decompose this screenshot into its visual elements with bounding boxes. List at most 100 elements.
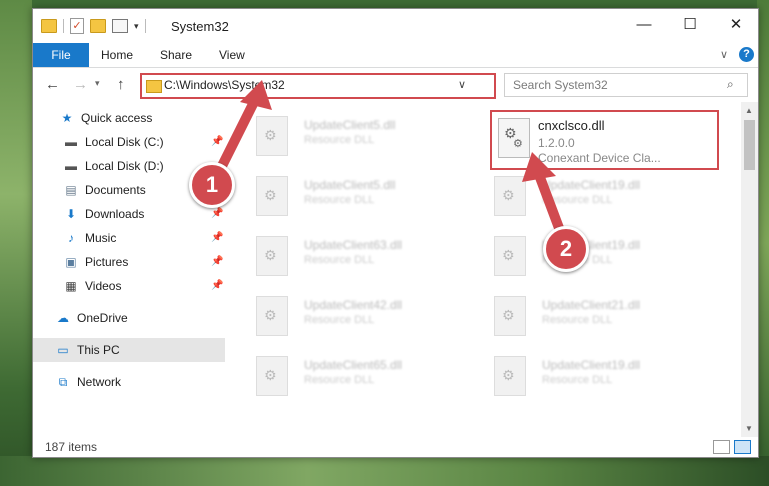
file-item[interactable]: UpdateClient19.dll Resource DLL <box>484 170 704 218</box>
details-view-icon[interactable] <box>713 440 730 454</box>
pin-icon[interactable]: 📌 <box>211 136 223 147</box>
tab-view[interactable]: View <box>219 43 245 67</box>
nav-item-this-pc[interactable]: ▭ This PC <box>33 338 225 362</box>
search-input[interactable]: Search System32 ⌕ <box>504 73 748 97</box>
nav-item-label: Music <box>85 231 117 245</box>
forward-button[interactable]: → <box>73 76 88 93</box>
nav-item-videos[interactable]: ▦ Videos 📌 <box>33 274 253 298</box>
nav-item-quick-access[interactable]: ★ Quick access <box>33 106 249 130</box>
dll-file-icon <box>494 176 526 216</box>
recent-locations-button[interactable]: ▾ <box>95 78 100 89</box>
file-item[interactable]: UpdateClient5.dll Resource DLL <box>246 110 466 158</box>
dll-file-icon <box>256 356 288 396</box>
dll-file-icon <box>256 116 288 156</box>
pin-icon[interactable]: 📌 <box>211 280 223 291</box>
chevron-down-icon[interactable]: ▾ <box>134 21 139 32</box>
navigation-row: ← → ▾ ↑ C:\Windows\System32 ∨ ↻ Search S… <box>33 68 758 102</box>
file-name: UpdateClient5.dll <box>304 118 396 132</box>
file-type: Resource DLL <box>542 314 613 326</box>
pin-icon[interactable]: 📌 <box>211 232 223 243</box>
pin-icon[interactable]: 📌 <box>211 256 223 267</box>
pictures-icon: ▣ <box>65 255 77 269</box>
nav-item-label: Documents <box>85 183 146 197</box>
videos-icon: ▦ <box>65 279 77 293</box>
vertical-scrollbar[interactable]: ▲ ▼ <box>741 102 758 437</box>
close-button[interactable]: ✕ <box>713 9 759 41</box>
file-type: Resource DLL <box>542 374 613 386</box>
nav-item-network[interactable]: ⧉ Network <box>33 370 245 394</box>
folder-icon[interactable] <box>41 19 57 33</box>
nav-item-label: Videos <box>85 279 122 293</box>
expand-ribbon-icon[interactable]: ∨ <box>720 48 728 61</box>
file-description: Conexant Device Cla... <box>538 151 661 165</box>
nav-item-onedrive[interactable]: ☁ OneDrive <box>33 306 245 330</box>
dll-file-icon <box>256 176 288 216</box>
file-list: UpdateClient5.dll Resource DLL UpdateCli… <box>238 102 748 437</box>
folder-icon <box>146 80 162 93</box>
file-item[interactable]: UpdateClient5.dll Resource DLL <box>246 170 466 218</box>
file-type: Resource DLL <box>304 374 375 386</box>
pin-icon[interactable]: 📌 <box>211 208 223 219</box>
download-icon: ⬇ <box>65 207 77 221</box>
nav-item-pictures[interactable]: ▣ Pictures 📌 <box>33 250 253 274</box>
file-version: 1.2.0.0 <box>538 136 575 150</box>
file-name: UpdateClient63.dll <box>304 238 403 252</box>
search-icon[interactable]: ⌕ <box>727 77 734 92</box>
back-button[interactable]: ← <box>45 76 60 93</box>
quick-access-toolbar: ✓ ▾ <box>41 18 146 34</box>
address-dropdown-button[interactable]: ∨ <box>458 78 466 91</box>
network-icon: ⧉ <box>58 375 68 389</box>
file-name: UpdateClient5.dll <box>304 178 396 192</box>
address-bar[interactable]: C:\Windows\System32 ∨ ↻ <box>140 73 598 99</box>
scroll-up-icon[interactable]: ▲ <box>745 106 753 115</box>
maximize-button[interactable]: ☐ <box>667 9 713 41</box>
file-item[interactable]: UpdateClient19.dll Resource DLL <box>484 230 704 278</box>
file-item[interactable]: UpdateClient21.dll Resource DLL <box>484 290 704 338</box>
nav-item-local-disk-c[interactable]: ▬ Local Disk (C:) 📌 <box>33 130 253 154</box>
file-type: Resource DLL <box>304 194 375 206</box>
drive-icon: ▬ <box>65 135 77 149</box>
properties-check-icon[interactable]: ✓ <box>70 18 84 34</box>
up-button[interactable]: ↑ <box>117 76 125 93</box>
file-item[interactable]: UpdateClient42.dll Resource DLL <box>246 290 466 338</box>
file-type: Resource DLL <box>304 314 375 326</box>
tab-share[interactable]: Share <box>160 43 192 67</box>
computer-icon: ▭ <box>57 343 69 357</box>
file-name: UpdateClient21.dll <box>542 298 641 312</box>
ribbon-tabs: File Home Share View ∨ ? <box>33 43 758 68</box>
callout-badge-1: 1 <box>189 162 235 208</box>
status-bar: 187 items <box>33 437 758 457</box>
scroll-thumb[interactable] <box>744 120 755 170</box>
file-item[interactable]: UpdateClient19.dll Resource DLL <box>484 350 704 398</box>
highlighted-file-item[interactable]: ⚙ ⚙ cnxclsco.dll 1.2.0.0 Conexant Device … <box>490 110 719 170</box>
help-icon[interactable]: ? <box>739 47 754 62</box>
desktop-background-left <box>0 0 32 486</box>
file-item[interactable]: UpdateClient63.dll Resource DLL <box>246 230 466 278</box>
address-path[interactable]: C:\Windows\System32 <box>164 78 285 92</box>
new-folder-icon[interactable] <box>90 19 106 33</box>
nav-item-label: This PC <box>77 343 120 357</box>
dll-file-icon <box>494 356 526 396</box>
nav-item-label: Network <box>77 375 122 389</box>
file-name: UpdateClient42.dll <box>304 298 403 312</box>
toolbar-divider <box>144 19 146 33</box>
file-name: UpdateClient19.dll <box>542 358 641 372</box>
nav-item-label: Downloads <box>85 207 145 221</box>
tab-file[interactable]: File <box>33 43 89 67</box>
minimize-button[interactable]: — <box>621 9 667 41</box>
nav-item-label: OneDrive <box>77 311 128 325</box>
callout-badge-2: 2 <box>543 226 589 272</box>
file-name: UpdateClient19.dll <box>542 178 641 192</box>
navigation-pane: ★ Quick access ▬ Local Disk (C:) 📌 ▬ Loc… <box>33 102 229 437</box>
title-bar[interactable]: ✓ ▾ System32 — ☐ ✕ <box>33 9 758 43</box>
file-item[interactable]: UpdateClient65.dll Resource DLL <box>246 350 466 398</box>
tab-home[interactable]: Home <box>101 43 133 67</box>
explorer-window: ✓ ▾ System32 — ☐ ✕ File Home Share View … <box>32 8 759 458</box>
search-placeholder: Search System32 <box>513 78 608 92</box>
scroll-down-icon[interactable]: ▼ <box>745 424 753 433</box>
customize-icon[interactable] <box>112 19 128 33</box>
file-name: UpdateClient65.dll <box>304 358 403 372</box>
large-icons-view-icon[interactable] <box>734 440 751 454</box>
nav-item-label: Pictures <box>85 255 129 269</box>
nav-item-music[interactable]: ♪ Music 📌 <box>33 226 253 250</box>
